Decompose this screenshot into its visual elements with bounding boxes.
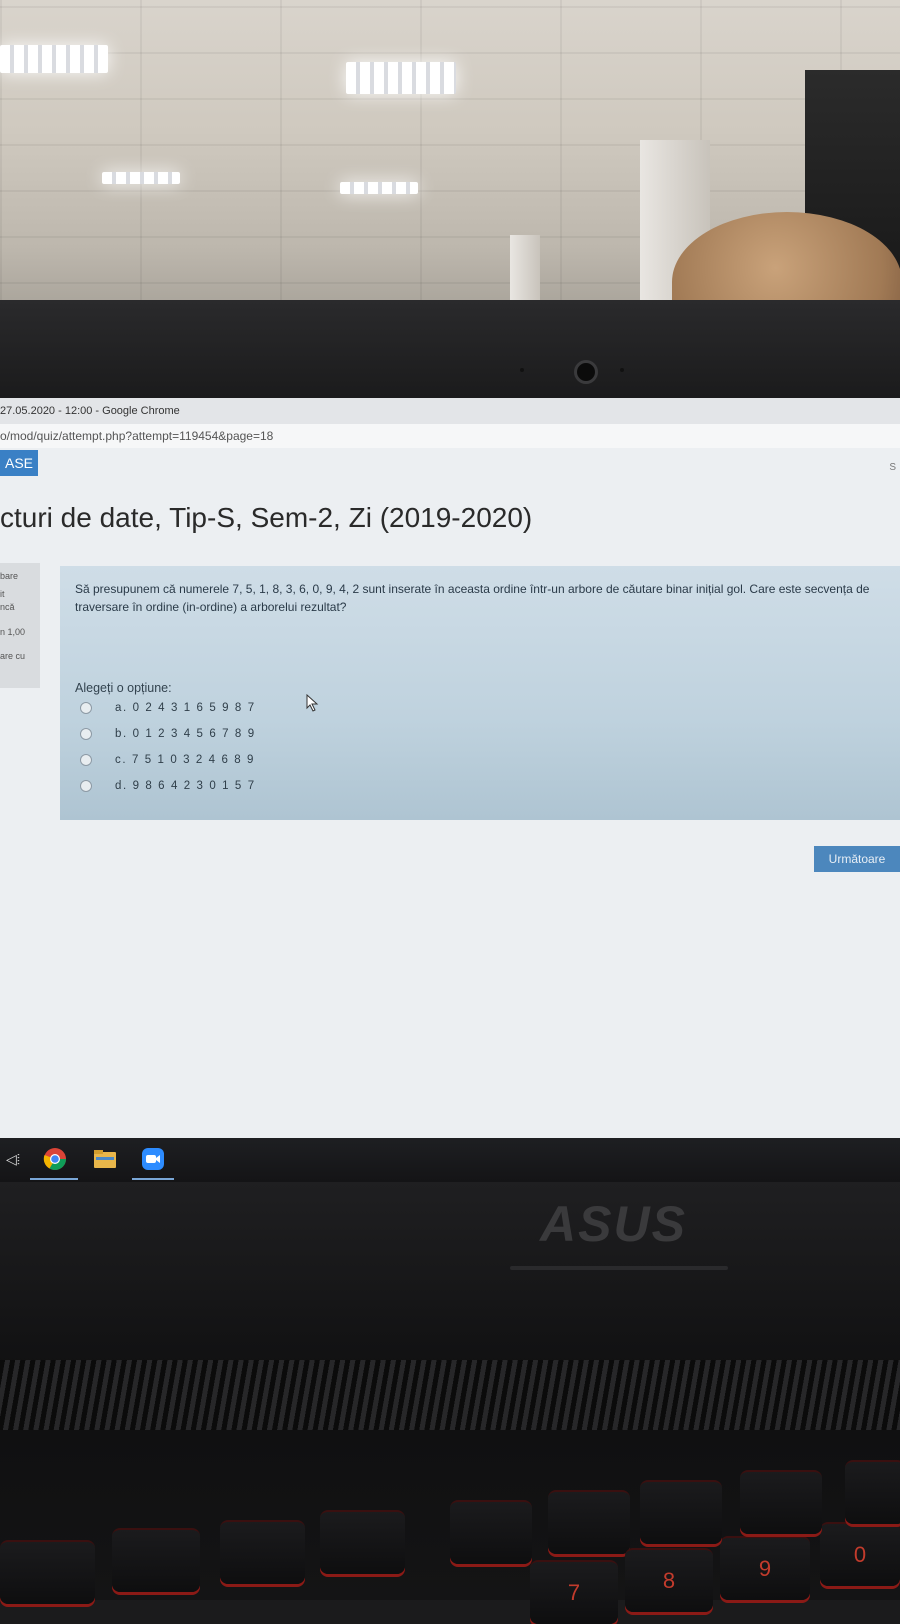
question-text: Să presupunem că numerele 7, 5, 1, 8, 3,… bbox=[75, 582, 870, 614]
keyboard-key: 9 bbox=[720, 1536, 810, 1600]
option-label: d. 9 8 6 4 2 3 0 1 5 7 bbox=[115, 780, 256, 793]
answer-option-d[interactable]: d. 9 8 6 4 2 3 0 1 5 7 bbox=[80, 780, 256, 800]
chrome-icon[interactable] bbox=[42, 1146, 68, 1172]
file-explorer-icon[interactable] bbox=[92, 1146, 118, 1172]
url-text: o/mod/quiz/attempt.php?attempt=119454&pa… bbox=[0, 429, 274, 443]
info-line: bare bbox=[0, 571, 19, 581]
next-page-button[interactable]: Următoare bbox=[814, 846, 900, 872]
keyboard-key: 8 bbox=[625, 1548, 713, 1612]
page-title: cturi de date, Tip-S, Sem-2, Zi (2019-20… bbox=[0, 502, 533, 533]
question-box: Să presupunem că numerele 7, 5, 1, 8, 3,… bbox=[60, 566, 900, 820]
answer-option-c[interactable]: c. 7 5 1 0 3 2 4 6 8 9 bbox=[80, 754, 255, 774]
radio-button[interactable] bbox=[80, 780, 92, 792]
room-background bbox=[0, 0, 900, 330]
info-line: are cu bbox=[0, 651, 26, 661]
laptop-bezel bbox=[0, 300, 900, 410]
info-line: ncă bbox=[0, 602, 15, 612]
option-label: a. 0 2 4 3 1 6 5 9 8 7 bbox=[115, 702, 256, 715]
keyboard-key bbox=[220, 1520, 305, 1584]
keyboard-key: 7 bbox=[530, 1560, 618, 1624]
option-label: b. 0 1 2 3 4 5 6 7 8 9 bbox=[115, 728, 256, 741]
address-bar[interactable]: o/mod/quiz/attempt.php?attempt=119454&pa… bbox=[0, 424, 900, 448]
question-info-panel: bare it ncă n 1,00 are cu bbox=[0, 563, 40, 688]
windows-taskbar: ◁⦙ bbox=[0, 1138, 900, 1182]
option-label: c. 7 5 1 0 3 2 4 6 8 9 bbox=[115, 754, 256, 767]
keyboard-key bbox=[0, 1540, 95, 1604]
header-edge-text: S bbox=[889, 462, 896, 473]
info-line: n 1,00 bbox=[0, 627, 26, 637]
ceiling-lamp bbox=[102, 172, 180, 184]
keyboard-key bbox=[740, 1470, 822, 1534]
mouse-pointer-icon bbox=[306, 694, 319, 712]
window-title: 27.05.2020 - 12:00 - Google Chrome bbox=[0, 405, 180, 417]
answer-prompt: Alegeți o opțiune: bbox=[75, 681, 172, 695]
brand-logo: ASUS bbox=[540, 1196, 687, 1252]
webcam-icon bbox=[574, 360, 598, 384]
laptop-screen: 27.05.2020 - 12:00 - Google Chrome o/mod… bbox=[0, 398, 900, 1138]
keyboard-key bbox=[320, 1510, 405, 1574]
active-app-indicator bbox=[132, 1178, 174, 1180]
keyboard-key: 0 bbox=[820, 1522, 900, 1586]
answer-option-a[interactable]: a. 0 2 4 3 1 6 5 9 8 7 bbox=[80, 702, 256, 722]
radio-button[interactable] bbox=[80, 754, 92, 766]
bezel-led bbox=[620, 368, 624, 372]
ceiling-lamp bbox=[0, 45, 108, 73]
radio-button[interactable] bbox=[80, 728, 92, 740]
ceiling-lamp bbox=[346, 62, 456, 94]
keyboard-key bbox=[112, 1528, 200, 1592]
site-logo-button[interactable]: ASE bbox=[0, 450, 38, 476]
speaker-icon[interactable]: ◁⦙ bbox=[0, 1146, 26, 1172]
info-line: it bbox=[0, 589, 5, 599]
hinge-bar bbox=[510, 1266, 728, 1270]
radio-button[interactable] bbox=[80, 702, 92, 714]
answer-option-b[interactable]: b. 0 1 2 3 4 5 6 7 8 9 bbox=[80, 728, 256, 748]
active-app-indicator bbox=[30, 1178, 78, 1180]
keyboard-vent bbox=[0, 1360, 900, 1430]
keyboard-key bbox=[548, 1490, 630, 1554]
keyboard-key bbox=[640, 1480, 722, 1544]
bezel-led bbox=[520, 368, 524, 372]
ceiling-lamp bbox=[340, 182, 418, 194]
browser-title-bar: 27.05.2020 - 12:00 - Google Chrome bbox=[0, 398, 900, 425]
keyboard-key bbox=[450, 1500, 532, 1564]
keyboard-key bbox=[845, 1460, 900, 1524]
zoom-icon[interactable] bbox=[140, 1146, 166, 1172]
